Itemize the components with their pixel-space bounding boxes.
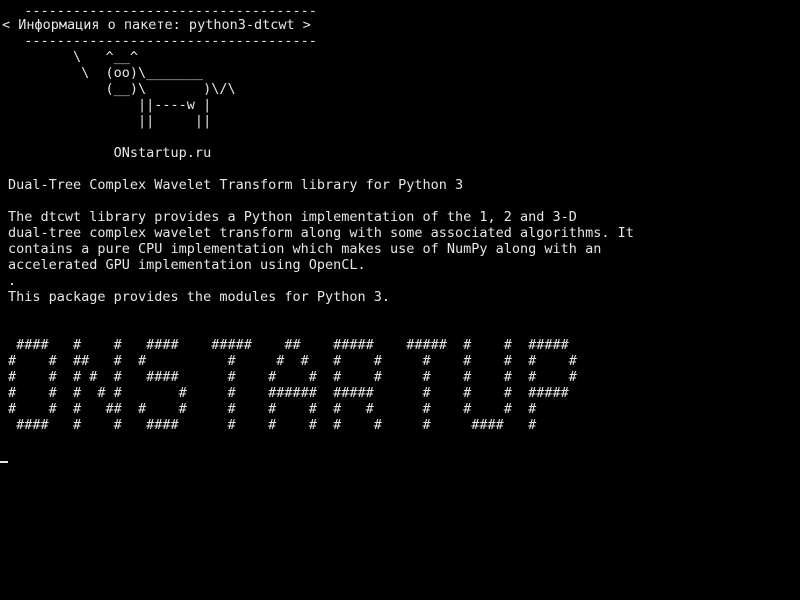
terminal-screen[interactable]: ------------------------------------ < И… [0, 0, 800, 600]
ascii-banner-line: # # # # # # # ###### ##### # # # ##### [8, 385, 569, 401]
cow-art-line: (__)\ )\/\ [8, 81, 236, 97]
ascii-banner-line: #### # # #### ##### ## ##### ##### # # #… [8, 337, 569, 353]
site-name: ONstartup.ru [8, 145, 212, 161]
package-description-line: dual-tree complex wavelet transform alon… [8, 225, 634, 241]
ascii-banner-line: # # # # # #### # # # # # # # # # # [8, 369, 577, 385]
ascii-banner-line: # # # ## # # # # # # # # # # # [8, 401, 537, 417]
cow-art-line: || || [8, 113, 212, 129]
text-cursor [0, 461, 8, 463]
cow-art-line: \ (oo)\_______ [8, 65, 204, 81]
cowsay-bottom-border: ------------------------------------ [8, 33, 317, 49]
package-summary: Dual-Tree Complex Wavelet Transform libr… [8, 177, 464, 193]
cow-art-line: ||----w | [8, 97, 212, 113]
ascii-banner-line: #### # # #### # # # # # # #### # [8, 417, 537, 433]
package-description-line: . [8, 273, 17, 289]
cowsay-title: < Информация о пакете: python3-dtcwt > [2, 17, 311, 33]
package-description-line: accelerated GPU implementation using Ope… [8, 257, 366, 273]
package-description-line: contains a pure CPU implementation which… [8, 241, 602, 257]
cow-art-line: \ ^__^ [8, 49, 139, 65]
package-description-line: The dtcwt library provides a Python impl… [8, 209, 577, 225]
ascii-banner-line: # # ## # # # # # # # # # # # # [8, 353, 577, 369]
package-description-line: This package provides the modules for Py… [8, 289, 391, 305]
